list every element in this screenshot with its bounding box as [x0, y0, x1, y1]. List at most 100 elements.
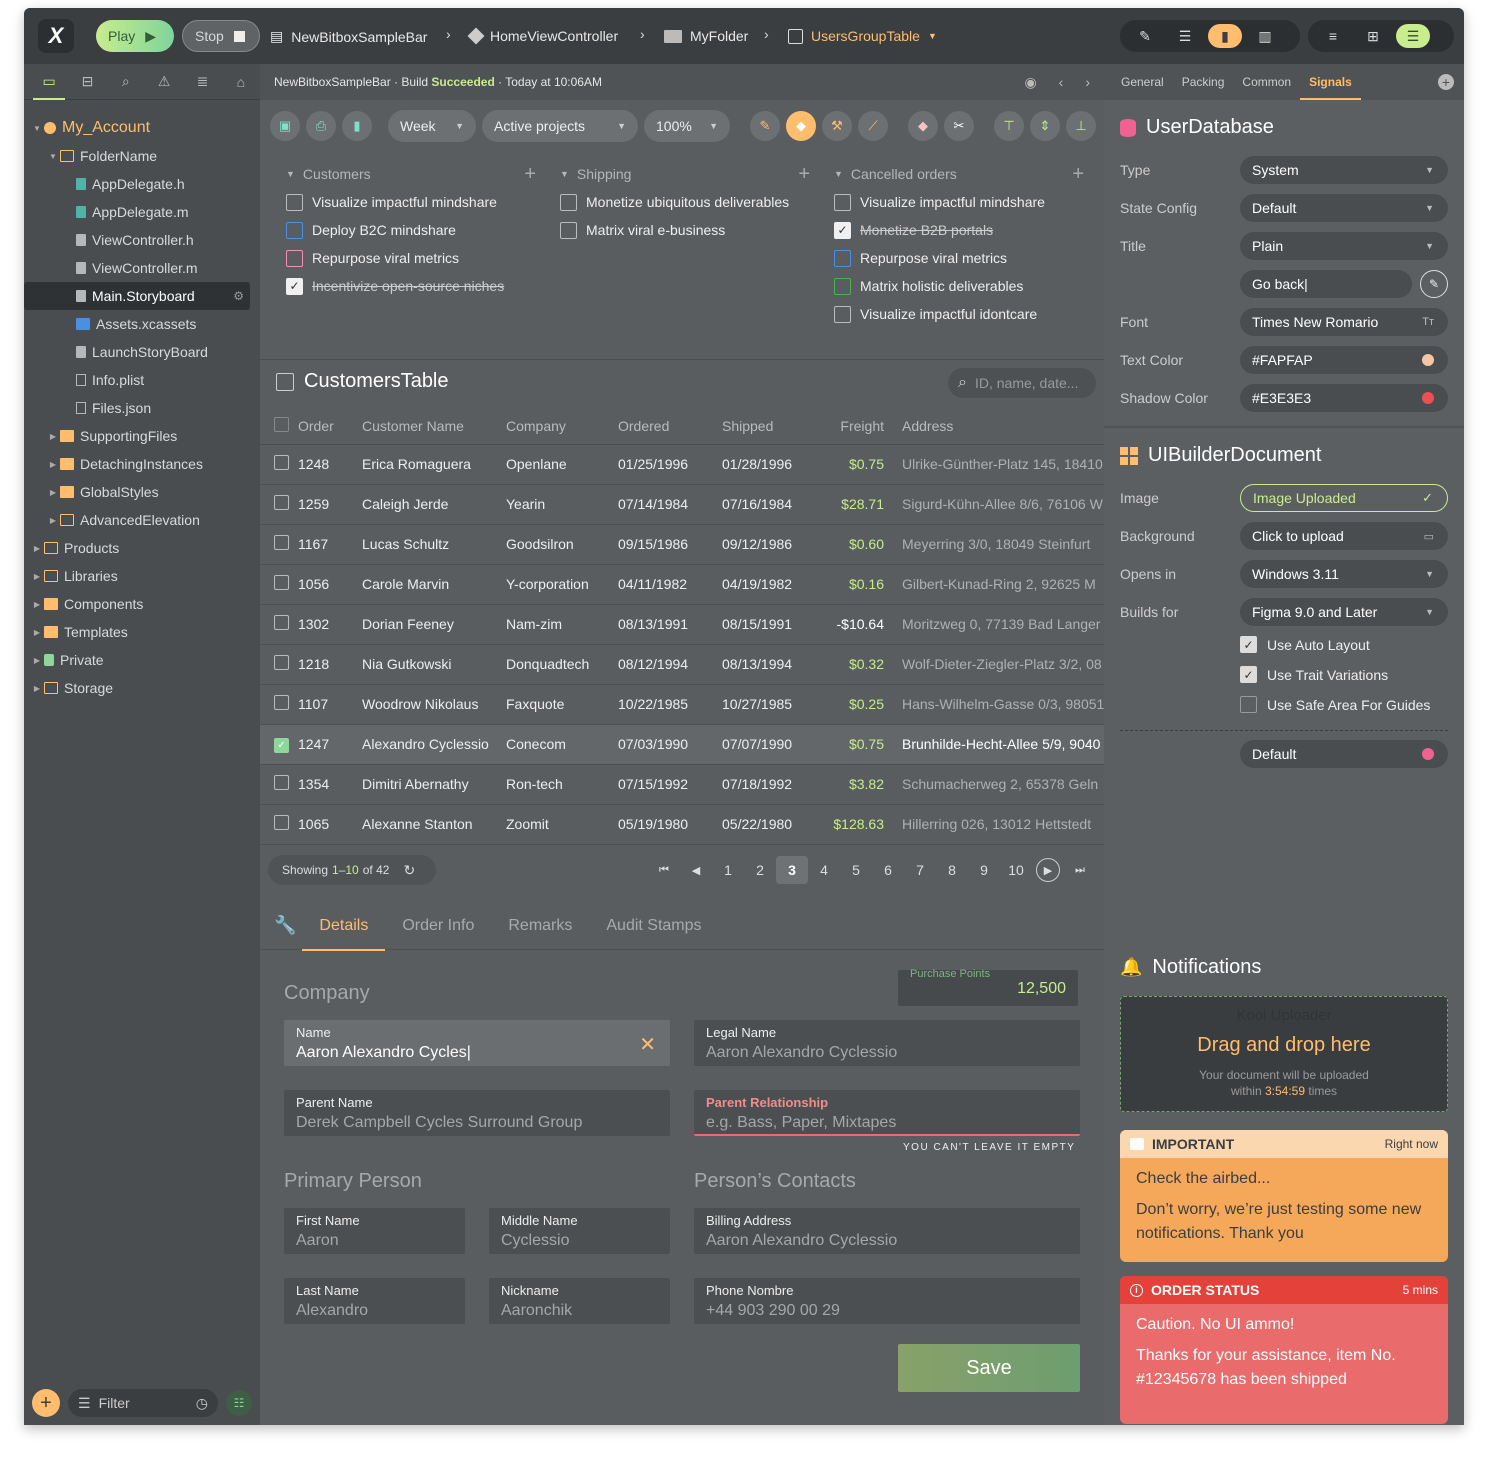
- tree-item[interactable]: LaunchStoryBoard: [24, 338, 260, 366]
- gear-icon[interactable]: ⚙: [233, 289, 244, 303]
- tree-item[interactable]: ▶ Storage: [24, 674, 260, 702]
- tree-item[interactable]: ▶ Components: [24, 590, 260, 618]
- tab-packing[interactable]: Packing: [1173, 64, 1234, 100]
- option-checkbox-row[interactable]: ✓ Use Trait Variations: [1240, 666, 1388, 683]
- shadow-color-input[interactable]: #E3E3E3: [1240, 384, 1448, 412]
- hammer-icon[interactable]: ⚒: [822, 111, 852, 141]
- edit-pencil-icon[interactable]: ✎: [1420, 270, 1448, 298]
- column-header[interactable]: Freight: [822, 408, 902, 445]
- numbered-list-icon[interactable]: ☰: [1396, 24, 1430, 48]
- row-checkbox[interactable]: ✓: [274, 738, 289, 753]
- eraser-pink-icon[interactable]: ◆: [908, 111, 938, 141]
- hierarchy-icon[interactable]: ⊟: [68, 64, 106, 100]
- tree-item[interactable]: Files.json: [24, 394, 260, 422]
- row-checkbox[interactable]: [274, 455, 289, 470]
- upload-dropzone[interactable]: Kool Uploader Drag and drop here Your do…: [1120, 996, 1448, 1112]
- page-number[interactable]: 7: [904, 856, 936, 884]
- checkbox[interactable]: [1240, 696, 1257, 713]
- checkbox[interactable]: ✓: [834, 221, 851, 239]
- breadcrumb-folder[interactable]: MyFolder: [664, 28, 748, 44]
- checklist-header[interactable]: ▼ Shipping +: [560, 160, 810, 188]
- checklist-item[interactable]: ✓ Monetize B2B portals: [834, 216, 1084, 244]
- save-image-icon[interactable]: ▣: [270, 111, 300, 141]
- checkbox[interactable]: [834, 305, 851, 323]
- checklist-item[interactable]: Matrix holistic deliverables: [834, 272, 1084, 300]
- checkbox[interactable]: [286, 193, 303, 211]
- row-checkbox[interactable]: [274, 495, 289, 510]
- paint-roller-icon[interactable]: ▮: [1208, 24, 1242, 48]
- option-checkbox-row[interactable]: Use Safe Area For Guides: [1240, 696, 1430, 713]
- tree-item[interactable]: Info.plist: [24, 366, 260, 394]
- tab-order-info[interactable]: Order Info: [385, 902, 491, 950]
- app-logo[interactable]: X: [38, 19, 74, 53]
- page-number[interactable]: 10: [1000, 856, 1032, 884]
- eraser-icon[interactable]: ◆: [786, 111, 816, 141]
- option-checkbox-row[interactable]: ✓ Use Auto Layout: [1240, 636, 1370, 653]
- checkbox[interactable]: [286, 221, 303, 239]
- page-number[interactable]: 2: [744, 856, 776, 884]
- checklist-item[interactable]: Repurpose viral metrics: [286, 244, 536, 272]
- next-page-icon[interactable]: ▶: [1036, 858, 1060, 882]
- table-layout-icon[interactable]: ⊞: [1356, 24, 1390, 48]
- column-header[interactable]: Shipped: [722, 408, 822, 445]
- first-page-icon[interactable]: ⏮: [648, 856, 680, 884]
- checklist-header[interactable]: ▼ Customers +: [286, 160, 536, 188]
- page-number[interactable]: 5: [840, 856, 872, 884]
- checkbox[interactable]: [560, 221, 577, 239]
- column-header[interactable]: Order: [298, 408, 362, 445]
- title-text-input[interactable]: Go back|: [1240, 270, 1412, 298]
- play-button[interactable]: Play ▶: [96, 20, 174, 52]
- checkbox[interactable]: ✓: [286, 277, 303, 295]
- comment-icon[interactable]: ☰: [1168, 24, 1202, 48]
- print-icon[interactable]: ⎙: [306, 111, 336, 141]
- state-select[interactable]: Default ▼: [1240, 194, 1448, 222]
- table-row[interactable]: 1354 Dimitri Abernathy Ron-tech 07/15/1992 0…: [260, 764, 1104, 805]
- color-swatch[interactable]: [1422, 354, 1434, 366]
- stop-button[interactable]: Stop: [182, 20, 260, 52]
- select-all-checkbox[interactable]: [274, 416, 289, 432]
- tab-audit-stamps[interactable]: Audit Stamps: [589, 902, 718, 950]
- tab-general[interactable]: General: [1112, 64, 1173, 100]
- page-number[interactable]: 9: [968, 856, 1000, 884]
- table-row[interactable]: 1218 Nia Gutkowski Donquadtech 08/12/1994 08…: [260, 644, 1104, 685]
- scope-dropdown[interactable]: Active projects ▼: [482, 110, 638, 142]
- list-icon[interactable]: ≣: [183, 64, 221, 100]
- scissors-icon[interactable]: ✂: [944, 111, 974, 141]
- table-row[interactable]: 1107 Woodrow Nikolaus Faxquote 10/22/1985 10…: [260, 684, 1104, 725]
- tag-icon[interactable]: ⌂: [222, 64, 260, 100]
- color-swatch[interactable]: [1422, 748, 1434, 760]
- eye-icon[interactable]: ◉: [1024, 74, 1036, 91]
- checklist-item[interactable]: Visualize impactful mindshare: [286, 188, 536, 216]
- checklist-header[interactable]: ▼ Cancelled orders +: [834, 160, 1084, 188]
- default-select[interactable]: Default: [1240, 740, 1448, 768]
- page-number[interactable]: 8: [936, 856, 968, 884]
- table-row[interactable]: 1167 Lucas Schultz Goodsilron 09/15/1986 09/…: [260, 524, 1104, 565]
- timer-icon[interactable]: ◷: [196, 1395, 208, 1412]
- checkbox[interactable]: [834, 193, 851, 211]
- add-button[interactable]: +: [32, 1389, 60, 1417]
- last-name-field[interactable]: Last Name Alexandro: [284, 1278, 465, 1324]
- checklist-item[interactable]: Repurpose viral metrics: [834, 244, 1084, 272]
- parent-name-field[interactable]: Parent Name Derek Campbell Cycles Surrou…: [284, 1090, 670, 1136]
- align-middle-icon[interactable]: ⇕: [1030, 111, 1060, 141]
- middle-name-field[interactable]: Middle Name Cyclessio: [489, 1208, 670, 1254]
- tree-item[interactable]: Main.Storyboard ⚙: [24, 282, 250, 310]
- checklist-item[interactable]: Deploy B2C mindshare: [286, 216, 536, 244]
- align-bottom-icon[interactable]: ⊥: [1066, 111, 1096, 141]
- format-painter-icon[interactable]: ▮: [342, 111, 372, 141]
- tab-remarks[interactable]: Remarks: [491, 902, 589, 950]
- list-toggle-icon[interactable]: ☷: [226, 1390, 252, 1416]
- tab-signals[interactable]: Signals: [1300, 64, 1361, 100]
- column-header[interactable]: Address: [902, 408, 1104, 445]
- range-dropdown[interactable]: Week ▼: [388, 110, 476, 142]
- order-status-notification[interactable]: i ORDER STATUS 5 mins Caution. No UI amm…: [1120, 1276, 1448, 1424]
- table-row[interactable]: 1056 Carole Marvin Y-corporation 04/11/1982…: [260, 564, 1104, 605]
- add-icon[interactable]: +: [1072, 163, 1084, 186]
- image-upload-status[interactable]: Image Uploaded ✓: [1240, 484, 1448, 512]
- pencil-icon[interactable]: ✎: [1128, 24, 1162, 48]
- column-header[interactable]: Company: [506, 408, 618, 445]
- checklist-item[interactable]: Monetize ubiquitous deliverables: [560, 188, 810, 216]
- folder-icon[interactable]: ▭: [30, 64, 68, 100]
- checklist-item[interactable]: Visualize impactful idontcare: [834, 300, 1084, 328]
- color-swatch[interactable]: [1422, 392, 1434, 404]
